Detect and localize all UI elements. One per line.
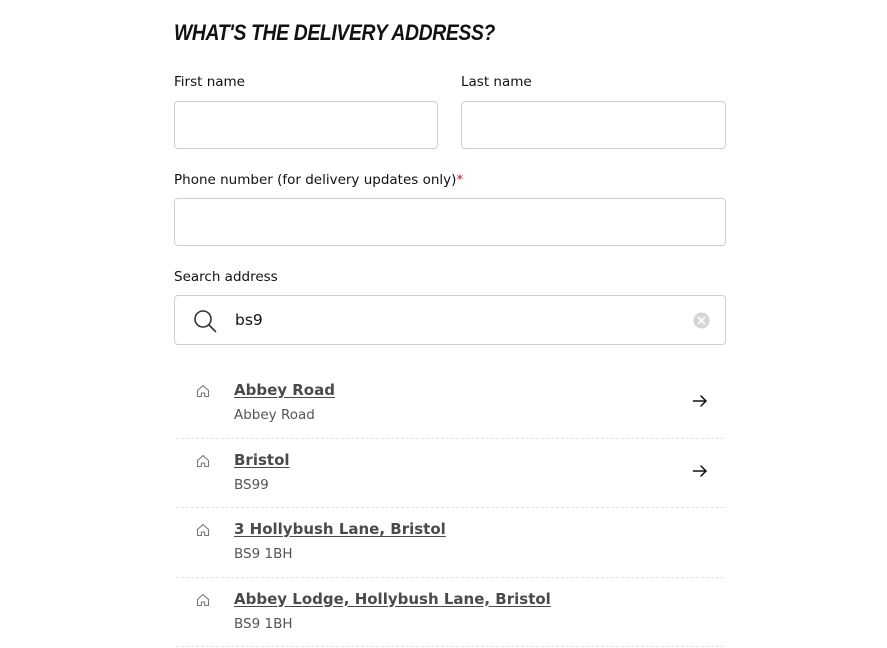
address-result-item[interactable]: Bristol BS99 <box>176 439 724 508</box>
address-result-title[interactable]: 3 Hollybush Lane, Bristol <box>234 520 446 538</box>
home-icon <box>196 593 210 606</box>
home-icon <box>196 384 210 398</box>
last-name-label: Last name <box>461 74 532 90</box>
phone-label: Phone number (for delivery updates only)… <box>174 172 463 188</box>
address-result-title[interactable]: Abbey Lodge, Hollybush Lane, Bristol <box>234 590 551 608</box>
address-result-subtitle: Abbey Road <box>234 407 315 423</box>
required-mark: * <box>456 172 464 188</box>
address-result-item[interactable]: Abbey Lodge, Hollybush Lane, Bristol BS9… <box>176 578 724 647</box>
phone-field[interactable] <box>174 198 726 246</box>
address-result-subtitle: BS99 <box>234 476 269 493</box>
address-result-item[interactable]: 3 Hollybush Lane, Bristol BS9 1BH <box>176 508 724 578</box>
address-result-item[interactable]: Abbey Road Abbey Road <box>176 369 724 439</box>
first-name-field[interactable] <box>174 101 438 149</box>
phone-label-text: Phone number (for delivery updates only) <box>174 172 457 188</box>
search-icon <box>194 310 217 333</box>
first-name-label: First name <box>174 74 245 90</box>
home-icon <box>196 454 210 467</box>
arrow-right-icon[interactable] <box>692 463 708 479</box>
clear-icon[interactable] <box>693 312 710 329</box>
address-results-list: Abbey Road Abbey Road Bristol BS99 3 Hol… <box>176 369 724 647</box>
home-icon <box>196 523 210 537</box>
page-title: WHAT'S THE DELIVERY ADDRESS? <box>174 20 496 45</box>
search-address-box[interactable] <box>174 295 726 345</box>
search-input[interactable] <box>235 306 675 334</box>
address-result-subtitle: BS9 1BH <box>234 546 293 562</box>
address-result-title[interactable]: Bristol <box>234 451 290 469</box>
arrow-right-icon[interactable] <box>692 393 708 409</box>
search-address-label: Search address <box>174 269 278 285</box>
last-name-field[interactable] <box>461 101 726 149</box>
address-result-subtitle: BS9 1BH <box>234 615 293 632</box>
address-result-title[interactable]: Abbey Road <box>234 381 335 399</box>
